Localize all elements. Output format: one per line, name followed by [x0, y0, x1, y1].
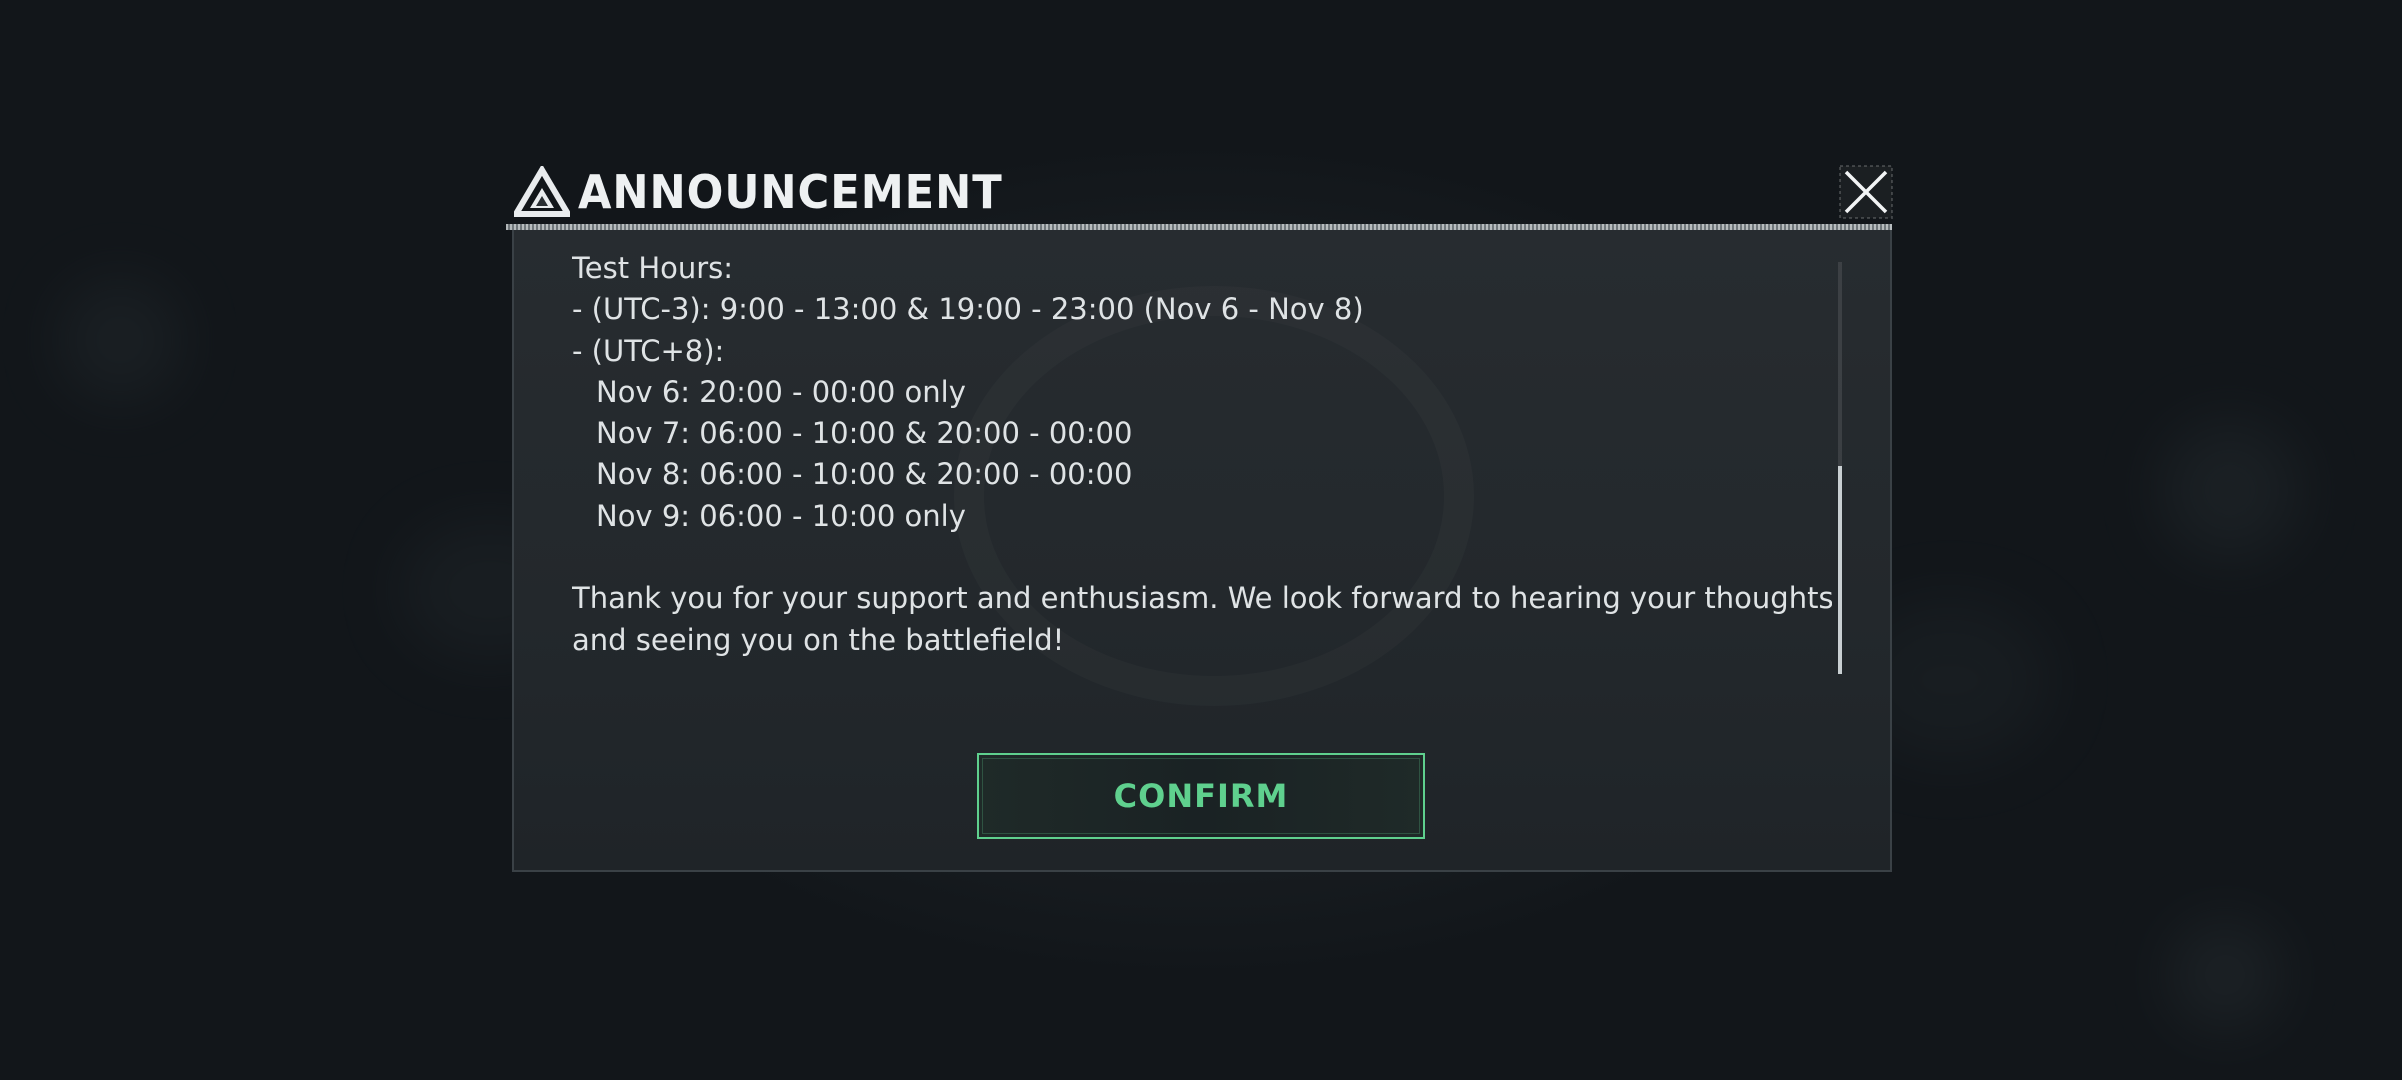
body-line: Thank you for your support and enthusias… [572, 581, 1832, 616]
body-blank-line [572, 537, 1832, 578]
dialog-title: ANNOUNCEMENT [578, 165, 1003, 219]
announcement-body[interactable]: Test Hours: - (UTC-3): 9:00 - 13:00 & 19… [572, 248, 1832, 678]
close-button[interactable] [1838, 164, 1894, 220]
body-line: Nov 9: 06:00 - 10:00 only [596, 498, 966, 533]
confirm-button-label: CONFIRM [1113, 777, 1289, 815]
body-line: - (UTC+8): [572, 333, 725, 368]
close-icon[interactable] [1838, 164, 1894, 220]
body-line: Nov 6: 20:00 - 00:00 only [596, 374, 966, 409]
confirm-button[interactable]: CONFIRM [977, 753, 1425, 839]
header-divider [506, 224, 1892, 230]
body-line: Nov 7: 06:00 - 10:00 & 20:00 - 00:00 [596, 416, 1133, 451]
background-blur-shape [2160, 420, 2300, 560]
body-line: - (UTC-3): 9:00 - 13:00 & 19:00 - 23:00 … [572, 292, 1364, 327]
body-line: Nov 8: 06:00 - 10:00 & 20:00 - 00:00 [596, 457, 1133, 492]
background-blur-shape [2170, 920, 2280, 1030]
background-blur-shape [60, 280, 180, 400]
dialog-header: ANNOUNCEMENT [506, 156, 1896, 230]
triangle-logo-icon [510, 164, 574, 218]
body-line: and seeing you on the battlefield! [572, 622, 1065, 657]
body-line: Test Hours: [572, 251, 734, 285]
scrollbar-thumb[interactable] [1838, 466, 1842, 674]
